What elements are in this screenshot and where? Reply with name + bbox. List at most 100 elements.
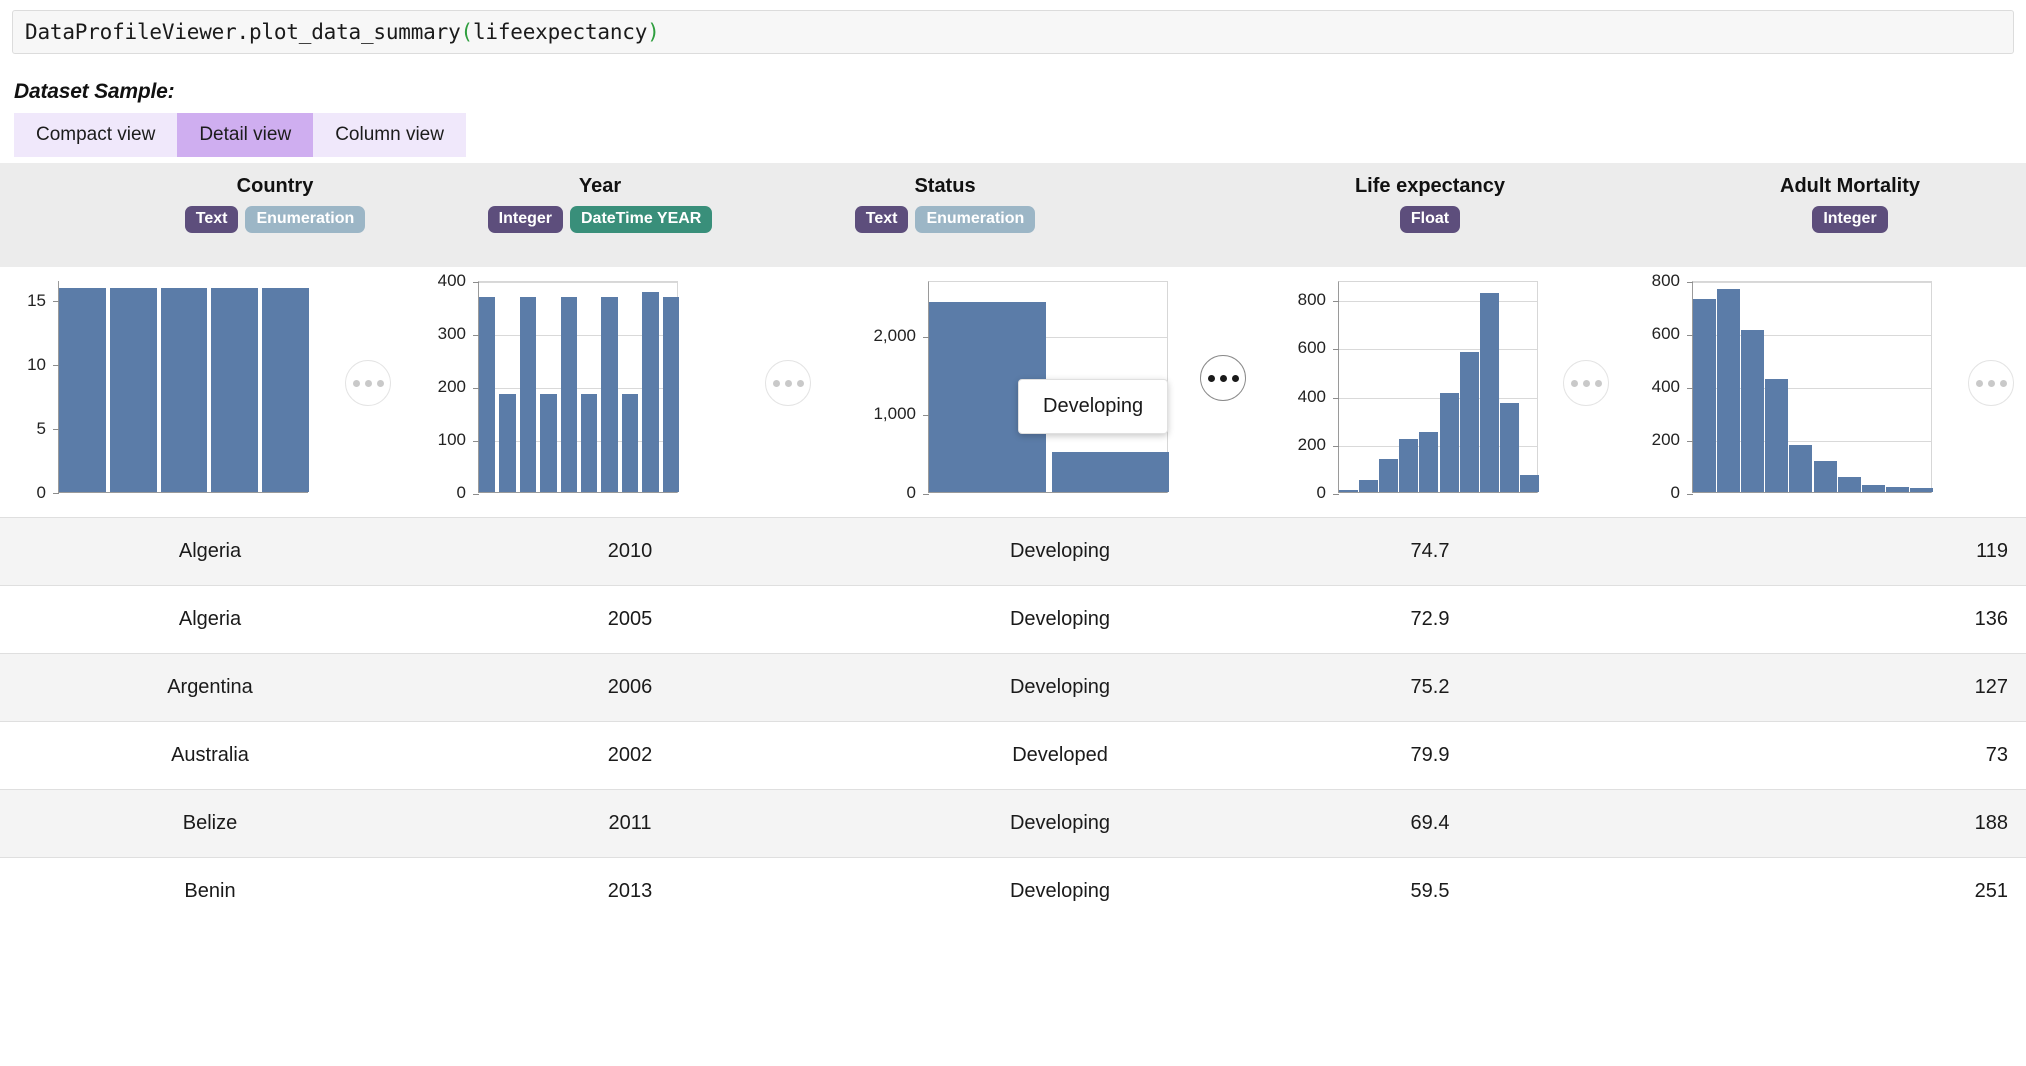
badge-float: Float <box>1399 206 1461 233</box>
axis-tick <box>1333 349 1339 351</box>
dot-icon <box>1207 374 1215 382</box>
bar[interactable] <box>1837 477 1861 492</box>
bar[interactable] <box>1459 352 1479 492</box>
bar[interactable] <box>1052 451 1169 492</box>
bar[interactable] <box>1499 402 1519 492</box>
bar[interactable] <box>1519 475 1539 492</box>
y-axis-tick-label: 0 <box>906 483 916 502</box>
y-axis-tick-label: 800 <box>1651 271 1680 290</box>
dot-icon <box>1231 374 1239 382</box>
plot-area <box>473 281 679 495</box>
cell-adult-mortality: 251 <box>1580 857 2026 926</box>
bar[interactable] <box>1379 459 1399 492</box>
code-function-name: DataProfileViewer.plot_data_summary <box>25 20 461 44</box>
bar[interactable] <box>1359 480 1379 492</box>
bar[interactable] <box>1909 488 1933 492</box>
bar[interactable] <box>109 287 157 492</box>
bar[interactable] <box>1861 485 1885 492</box>
more-options-button-status[interactable] <box>1200 355 1246 401</box>
data-table-body: Algeria 2010 Developing 74.7 119 Algeria… <box>0 517 2026 926</box>
bar[interactable] <box>479 296 496 492</box>
page-title: Dataset Sample: <box>14 80 175 103</box>
column-badges-status: Text Enumeration <box>790 206 1100 233</box>
bar[interactable] <box>540 394 557 492</box>
bar[interactable] <box>1717 289 1741 492</box>
bar[interactable] <box>211 287 259 492</box>
more-options-button-year[interactable] <box>765 360 811 406</box>
chart-tooltip: Developing <box>1018 379 1169 434</box>
code-argument: lifeexpectancy <box>472 20 648 44</box>
bar[interactable] <box>1765 379 1789 492</box>
cell-country: Australia <box>0 721 420 790</box>
table-row[interactable]: Algeria 2005 Developing 72.9 136 <box>0 585 2026 654</box>
more-options-button-adult-mortality[interactable] <box>1968 360 2014 406</box>
bar[interactable] <box>499 394 516 492</box>
bar[interactable] <box>1479 293 1499 492</box>
bar[interactable] <box>601 296 618 492</box>
column-header-life-expectancy: Life expectancy Float <box>1270 175 1590 233</box>
bar[interactable] <box>1339 490 1359 492</box>
y-axis-tick-label: 200 <box>1297 434 1326 454</box>
bar[interactable] <box>1439 393 1459 492</box>
column-badges-adult-mortality: Integer <box>1690 206 2010 233</box>
column-header-adult-mortality: Adult Mortality Integer <box>1690 175 2010 233</box>
table-row[interactable]: Australia 2002 Developed 79.9 73 <box>0 721 2026 790</box>
bar[interactable] <box>1813 460 1837 492</box>
dot-icon <box>784 379 792 387</box>
code-cell[interactable]: DataProfileViewer.plot_data_summary(life… <box>12 10 2014 54</box>
table-row[interactable]: Benin 2013 Developing 59.5 251 <box>0 857 2026 926</box>
gridline <box>479 282 677 283</box>
column-title-year: Year <box>578 175 622 197</box>
plot-area <box>53 281 309 494</box>
bar[interactable] <box>1399 439 1419 492</box>
dot-icon <box>1219 374 1227 382</box>
table-row[interactable]: Argentina 2006 Developing 75.2 127 <box>0 653 2026 722</box>
bar[interactable] <box>1419 431 1439 492</box>
code-text: DataProfileViewer.plot_data_summary(life… <box>25 20 660 44</box>
y-axis-tick-label: 800 <box>1297 290 1326 310</box>
more-options-button-country[interactable] <box>345 360 391 406</box>
cell-adult-mortality: 73 <box>1580 721 2026 790</box>
tab-detail-view[interactable]: Detail view <box>177 113 314 157</box>
y-axis-tick-label: 5 <box>36 419 46 439</box>
cell-country: Belize <box>0 789 420 858</box>
column-badges-country: Text Enumeration <box>115 206 435 233</box>
cell-year: 2010 <box>420 517 840 586</box>
dot-icon <box>1975 379 1983 387</box>
cell-year: 2002 <box>420 721 840 790</box>
bar[interactable] <box>662 296 679 492</box>
cell-year: 2013 <box>420 857 840 926</box>
bar[interactable] <box>642 291 659 492</box>
bar[interactable] <box>262 287 309 492</box>
bar[interactable] <box>1885 487 1909 492</box>
bar[interactable] <box>621 394 639 492</box>
tab-column-view[interactable]: Column view <box>313 113 466 157</box>
bar[interactable] <box>581 394 598 492</box>
y-axis-tick-label: 600 <box>1651 324 1680 343</box>
bar[interactable] <box>160 287 208 492</box>
bar[interactable] <box>1741 329 1765 492</box>
bar[interactable] <box>1789 444 1813 492</box>
bar[interactable] <box>59 287 106 492</box>
cell-life-expectancy: 59.5 <box>1280 857 1580 926</box>
badge-enumeration-status: Enumeration <box>915 206 1036 233</box>
cell-status: Developing <box>840 857 1280 926</box>
y-axis-tick-label: 100 <box>437 430 466 449</box>
badge-text: Text <box>184 206 239 233</box>
table-row[interactable]: Belize 2011 Developing 69.4 188 <box>0 789 2026 858</box>
y-axis-tick-label: 200 <box>437 377 466 396</box>
column-badges-life-expectancy: Float <box>1270 206 1590 233</box>
tab-compact-view[interactable]: Compact view <box>14 113 178 157</box>
cell-year: 2005 <box>420 585 840 654</box>
axis-tick <box>1687 494 1693 495</box>
bar[interactable] <box>560 296 577 492</box>
dot-icon <box>376 379 384 387</box>
bar[interactable] <box>1693 298 1717 492</box>
chart-year: 0 100 200 300 400 <box>438 271 679 502</box>
y-axis-tick-label: 600 <box>1297 338 1326 358</box>
table-row[interactable]: Algeria 2010 Developing 74.7 119 <box>0 517 2026 586</box>
cell-status: Developing <box>840 517 1280 586</box>
bar[interactable] <box>519 296 537 492</box>
gridline <box>1339 397 1537 399</box>
column-title-country: Country <box>236 175 314 197</box>
